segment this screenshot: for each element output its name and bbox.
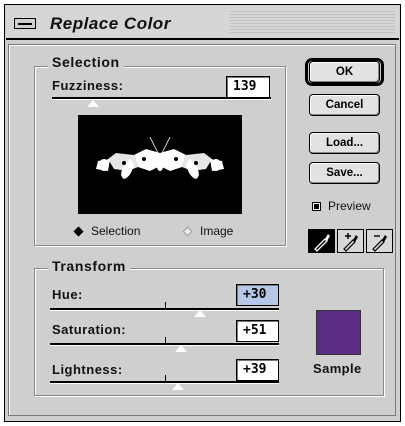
sample-label: Sample [313, 361, 362, 376]
saturation-slider-thumb[interactable] [174, 344, 188, 353]
hue-field[interactable]: +30 [236, 284, 279, 306]
preview-label: Preview [328, 199, 371, 213]
transform-group-label: Transform [48, 258, 130, 274]
lightness-label: Lightness: [52, 362, 123, 377]
fuzziness-field[interactable]: 139 [226, 76, 270, 98]
radio-selection-label: Selection [91, 224, 141, 238]
eyedropper-minus-icon [372, 235, 387, 252]
saturation-label: Saturation: [52, 322, 127, 337]
fuzziness-label: Fuzziness: [52, 78, 124, 93]
radio-image-label: Image [200, 224, 234, 238]
sample-color-swatch[interactable] [316, 310, 361, 355]
hue-label: Hue: [52, 287, 83, 302]
radio-selection[interactable]: Selection [73, 224, 141, 238]
radio-selected-icon [73, 226, 84, 237]
lightness-slider-thumb[interactable] [171, 382, 185, 391]
hue-slider-track[interactable] [50, 308, 279, 311]
save-button[interactable]: Save... [309, 162, 380, 184]
cancel-button[interactable]: Cancel [309, 94, 380, 116]
title-bar-texture [230, 11, 395, 35]
dialog-title: Replace Color [50, 14, 171, 33]
title-bar[interactable]: Replace Color [6, 6, 399, 40]
fuzziness-slider-track[interactable] [52, 97, 271, 100]
lightness-slider-track[interactable] [50, 381, 279, 384]
butterfly-mask-image [96, 136, 224, 179]
hue-slider-thumb[interactable] [193, 309, 207, 318]
lightness-field[interactable]: +39 [236, 359, 279, 381]
selection-preview-image [78, 115, 242, 214]
close-box-icon[interactable] [14, 18, 36, 29]
radio-unselected-icon [182, 226, 193, 237]
eyedropper-plus-icon [343, 233, 358, 252]
fuzziness-slider-thumb[interactable] [86, 99, 100, 108]
selection-group-label: Selection [48, 54, 124, 70]
eyedropper-icon [314, 234, 330, 252]
eyedropper-plus-tool[interactable] [337, 229, 364, 253]
radio-image[interactable]: Image [182, 224, 234, 238]
load-button[interactable]: Load... [309, 132, 380, 154]
eyedropper-minus-tool[interactable] [366, 229, 393, 253]
preview-checkbox[interactable] [312, 202, 321, 211]
saturation-slider-track[interactable] [50, 343, 279, 346]
eyedropper-tool[interactable] [308, 229, 335, 253]
ok-button[interactable]: OK [309, 61, 380, 83]
lightness-center-tick [165, 375, 166, 381]
saturation-field[interactable]: +51 [236, 320, 279, 342]
saturation-center-tick [165, 337, 166, 343]
hue-center-tick [165, 302, 166, 308]
